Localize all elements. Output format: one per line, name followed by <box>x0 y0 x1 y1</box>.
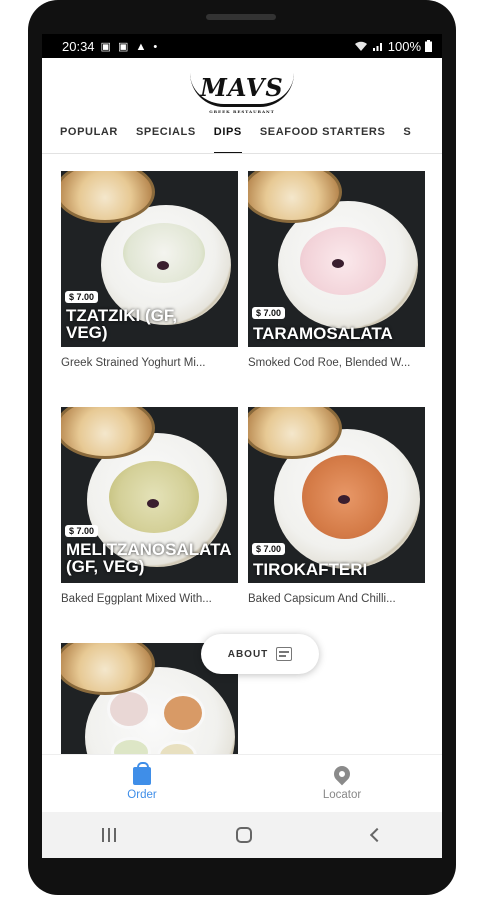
dish-name: MELITZANOSALATA (GF, VEG) <box>66 540 232 576</box>
dish-description: Baked Eggplant Mixed With... <box>61 593 212 605</box>
status-bar: 20:34 ▣ ▣ ▲ • 100% <box>42 34 442 58</box>
logo-subtext: GREEK RESTAURANT <box>209 109 275 114</box>
tab-popular[interactable]: POPULAR <box>42 122 127 153</box>
menu-item-card[interactable]: $ 7.00 MELITZANOSALATA (GF, VEG) Baked E… <box>61 407 238 605</box>
menu-item-image: $ 7.00 TIROKAFTERI <box>248 407 425 583</box>
dish-name: TIROKAFTERI <box>253 560 368 579</box>
battery-icon <box>425 40 432 52</box>
dish-description: Baked Capsicum And Chilli... <box>248 593 396 605</box>
battery-percent: 100% <box>387 38 421 54</box>
price-badge: $ 7.00 <box>252 307 286 319</box>
price-badge: $ 7.00 <box>65 291 99 303</box>
speaker-grille <box>206 14 276 20</box>
status-time: 20:34 <box>62 38 95 54</box>
menu-item-card[interactable]: $ 7.00 TIROKAFTERI Baked Capsicum And Ch… <box>248 407 425 605</box>
logo-text: MAVS <box>200 73 284 102</box>
notification-icons: ▣ ▣ ▲ • <box>100 40 160 53</box>
nav-order[interactable]: Order <box>42 755 242 812</box>
about-button[interactable]: ABOUT <box>201 634 319 674</box>
tab-seafood-starters[interactable]: SEAFOOD STARTERS <box>251 122 395 153</box>
tab-specials[interactable]: SPECIALS <box>127 122 205 153</box>
shopping-bag-icon <box>133 761 151 785</box>
menu-item-card[interactable]: $ 7.00 TARAMOSALATA Smoked Cod Roe, Blen… <box>248 171 425 369</box>
menu-item-image: $ 7.00 TARAMOSALATA <box>248 171 425 347</box>
info-card-icon <box>276 647 293 661</box>
price-badge: $ 7.00 <box>252 543 286 555</box>
app-header: MAVS GREEK RESTAURANT <box>42 58 442 122</box>
dish-description: Greek Strained Yoghurt Mi... <box>61 357 206 369</box>
phone-frame: 20:34 ▣ ▣ ▲ • 100% MAVS GREEK RESTAURANT… <box>28 0 456 895</box>
dish-name: TARAMOSALATA <box>253 324 393 343</box>
dish-description: Smoked Cod Roe, Blended W... <box>248 357 411 369</box>
nav-order-label: Order <box>127 788 157 801</box>
system-nav-bar <box>42 812 442 858</box>
bottom-nav: Order Locator <box>42 754 442 812</box>
location-pin-icon <box>330 762 354 786</box>
category-tabs: POPULAR SPECIALS DIPS SEAFOOD STARTERS S <box>42 122 442 154</box>
wifi-icon <box>354 41 367 51</box>
menu-item-image: $ 7.00 MELITZANOSALATA (GF, VEG) <box>61 407 238 583</box>
back-icon[interactable] <box>369 827 385 843</box>
tab-dips[interactable]: DIPS <box>205 122 251 153</box>
restaurant-logo: MAVS GREEK RESTAURANT <box>190 73 294 114</box>
recent-apps-icon[interactable] <box>102 828 116 842</box>
dish-name: TZATZIKI (GF, VEG) <box>66 306 178 342</box>
tab-next[interactable]: S <box>394 122 420 153</box>
status-right: 100% <box>354 39 432 54</box>
about-label: ABOUT <box>227 648 269 660</box>
menu-item-card[interactable]: $ 7.00 TZATZIKI (GF, VEG) Greek Strained… <box>61 171 238 369</box>
nav-locator[interactable]: Locator <box>242 755 442 812</box>
price-badge: $ 7.00 <box>65 525 99 537</box>
home-icon[interactable] <box>236 827 252 843</box>
signal-icon <box>372 42 382 51</box>
app-screen: 20:34 ▣ ▣ ▲ • 100% MAVS GREEK RESTAURANT… <box>42 34 442 858</box>
menu-item-image: $ 7.00 TZATZIKI (GF, VEG) <box>61 171 238 347</box>
nav-locator-label: Locator <box>322 789 362 801</box>
